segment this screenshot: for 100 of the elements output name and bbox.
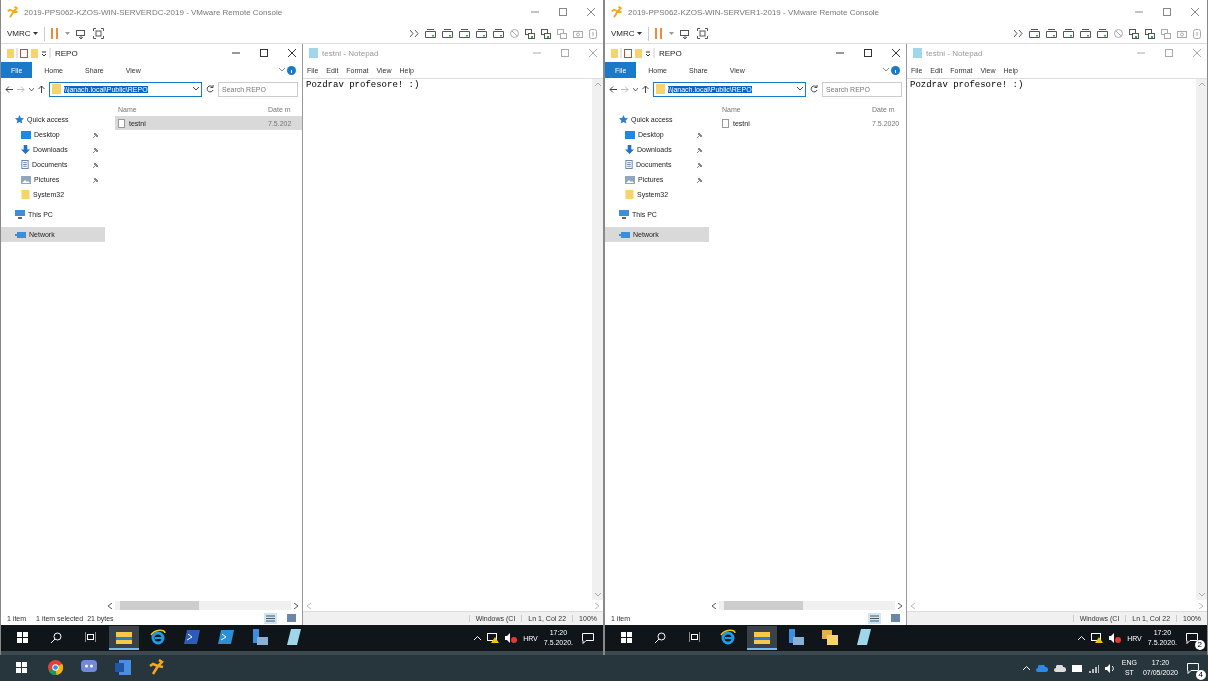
details-view-icon: [868, 612, 881, 624]
maximize-icon: [561, 49, 569, 57]
terminal-icon: [184, 630, 200, 644]
window-title: REPO: [55, 48, 79, 58]
back-icon: [5, 85, 13, 93]
scroll-left-icon: [712, 602, 716, 609]
caret-icon: [29, 87, 34, 91]
folder-icon: [52, 84, 61, 94]
network-adapter-icon: [541, 28, 551, 39]
server-icon: [252, 629, 268, 645]
cloud-icon: [1035, 664, 1048, 672]
up-icon: [38, 85, 45, 93]
window-title: 2019-PPS062-KZOS-WIN-SERVERDC-2019 - VMware Remote Console: [24, 7, 284, 17]
search-icon: [654, 631, 666, 643]
fullscreen-icon: [92, 28, 104, 39]
download-icon: [625, 145, 634, 154]
network-warning-icon: [487, 633, 500, 643]
scroll-down-icon: [1198, 593, 1205, 597]
message-icon: [582, 632, 594, 644]
scroll-left-icon: [108, 602, 112, 609]
forward-icon: [621, 85, 629, 93]
disc-icon: [1114, 29, 1123, 38]
camera-icon: [573, 29, 583, 38]
chevrons-icon: [1014, 30, 1023, 37]
minimize-icon: [836, 49, 844, 57]
details-view-icon: [264, 612, 277, 624]
quick-access-toolbar-icon: [611, 48, 655, 58]
scroll-right-icon: [898, 602, 902, 609]
drive-icon: [1029, 29, 1040, 38]
message-icon: [1187, 662, 1199, 674]
usb-icon: [1193, 28, 1201, 39]
text-editor[interactable]: Pozdrav profesore! :): [907, 79, 1196, 600]
message-icon: [1186, 632, 1198, 644]
notepad-icon: [287, 629, 301, 645]
task-view-icon: [688, 632, 700, 642]
folder-icon: [754, 630, 770, 644]
document-icon: [625, 160, 633, 169]
maximize-icon: [1163, 8, 1171, 16]
network-icon: [619, 230, 630, 239]
runner-icon: [149, 659, 165, 675]
server-icon: [788, 629, 804, 645]
text-editor[interactable]: Pozdrav profesore! :): [303, 79, 592, 600]
picture-icon: [21, 175, 31, 184]
browser-icon: [47, 659, 63, 675]
folders-icon: [822, 629, 838, 645]
drive-icon: [1063, 29, 1074, 38]
pause-icon: [654, 28, 663, 39]
browser-icon: [150, 629, 166, 645]
scroll-right-icon: [595, 602, 599, 609]
close-icon: [288, 49, 296, 57]
drive-icon: [442, 29, 453, 38]
windows-icon: [15, 661, 27, 673]
network-icon: [15, 230, 26, 239]
network-adapter-icon: [1161, 28, 1171, 39]
notification-count: 2: [1194, 640, 1205, 650]
vmrc-menu[interactable]: VMRC: [611, 29, 642, 38]
taskbar-app[interactable]: [747, 626, 777, 650]
window-title: testni - Notepad: [322, 48, 380, 58]
minimize-icon: [531, 8, 539, 16]
maximize-icon: [864, 49, 872, 57]
large-icons-view-icon: [287, 614, 296, 622]
disc-icon: [510, 29, 519, 38]
scroll-up-icon: [1198, 82, 1205, 86]
close-icon: [1191, 8, 1199, 16]
minimize-icon: [1137, 49, 1145, 57]
scroll-left-icon: [911, 602, 915, 609]
caret-icon: [883, 68, 889, 72]
scroll-right-icon: [1199, 602, 1203, 609]
windows-icon: [620, 631, 632, 643]
caret-icon: [279, 68, 285, 72]
caret-icon: [797, 87, 803, 91]
caret-icon: [636, 32, 642, 35]
folder-icon: [625, 190, 634, 199]
vmrc-menu[interactable]: VMRC: [7, 29, 38, 38]
computer-icon: [15, 210, 25, 219]
maximize-icon: [1165, 49, 1173, 57]
drive-icon: [1080, 29, 1091, 38]
window-title: REPO: [659, 48, 683, 58]
volume-icon: [1104, 663, 1116, 673]
runner-icon: [611, 6, 623, 18]
scroll-down-icon: [594, 593, 601, 597]
scrollbar-thumb[interactable]: [120, 601, 200, 610]
desktop-icon: [21, 130, 31, 139]
drive-icon: [476, 29, 487, 38]
file-icon: [118, 118, 125, 128]
battery-icon: [1071, 664, 1083, 672]
close-icon: [1193, 49, 1201, 57]
notepad-icon: [309, 48, 318, 58]
wifi-icon: [1088, 663, 1099, 673]
notepad-icon: [913, 48, 922, 58]
pause-icon: [50, 28, 59, 39]
computer-icon: [619, 210, 629, 219]
folder-icon: [116, 630, 132, 644]
taskbar-app[interactable]: [109, 626, 139, 650]
download-icon: [21, 145, 30, 154]
star-icon: [619, 115, 628, 124]
scrollbar-thumb[interactable]: [724, 601, 804, 610]
window-title: testni - Notepad: [926, 48, 984, 58]
send-keys-icon: [679, 28, 691, 39]
minimize-icon: [232, 49, 240, 57]
